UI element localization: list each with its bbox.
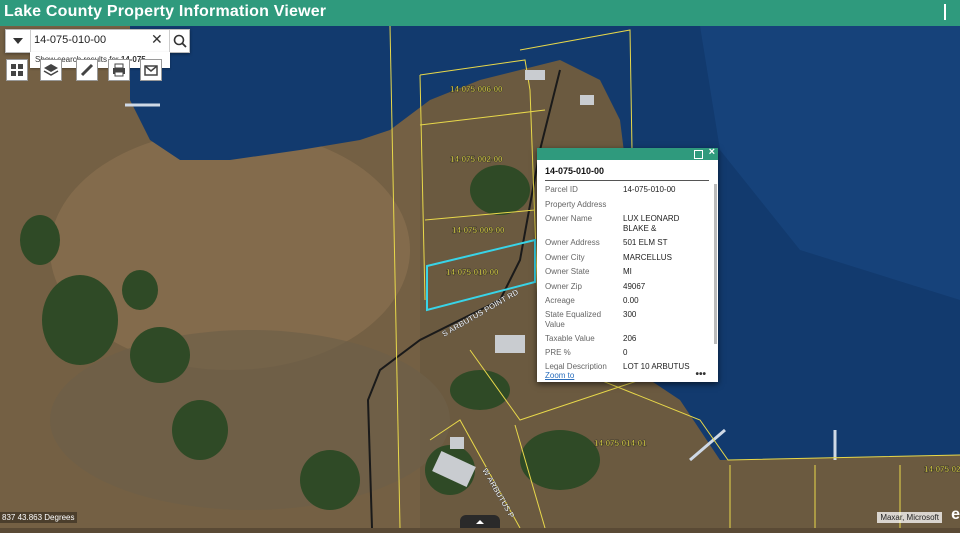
coordinate-readout: 837 43.863 Degrees — [0, 512, 77, 523]
close-icon[interactable]: × — [709, 146, 715, 158]
field-row: Owner City MARCELLUS — [545, 253, 713, 267]
field-row: PRE % 0 — [545, 348, 713, 362]
field-row: Acreage 0.00 — [545, 296, 713, 310]
field-row: State Equalized Value 300 — [545, 310, 713, 334]
edit-icon — [80, 63, 94, 77]
field-value: LUX LEONARD BLAKE & — [623, 214, 680, 233]
field-row: Property Address — [545, 200, 713, 214]
search-input[interactable] — [34, 32, 146, 48]
search-widget: ✕ — [5, 29, 190, 53]
print-icon — [113, 63, 125, 77]
field-label: Legal Description — [545, 362, 607, 370]
field-label: Owner Name — [545, 214, 593, 223]
search-button[interactable] — [169, 30, 190, 52]
map-attribution: Maxar, Microsoft — [877, 512, 942, 523]
field-label: Owner State — [545, 267, 590, 276]
popup-scrollbar[interactable] — [714, 184, 717, 344]
popup-divider — [545, 180, 709, 181]
field-value: 501 ELM ST — [623, 238, 668, 247]
parcel-label-02: 14-075-02 — [924, 465, 960, 474]
search-icon — [173, 34, 187, 48]
field-row: Legal Description LOT 10 ARBUTUS — [545, 362, 713, 370]
layers-icon — [43, 64, 59, 76]
field-label: Owner Address — [545, 238, 600, 247]
field-label: Owner City — [545, 253, 585, 262]
field-row: Parcel ID 14-075-010-00 — [545, 185, 713, 200]
app-header: Lake County Property Information Viewer — [0, 0, 960, 26]
esri-logo: e — [951, 506, 960, 523]
parcel-label-010: 14-075-010-00 — [446, 268, 499, 277]
field-label: Parcel ID — [545, 185, 578, 194]
field-label: State Equalized Value — [545, 310, 602, 329]
field-value: MARCELLUS — [623, 253, 672, 262]
field-row: Owner Zip 49067 — [545, 282, 713, 296]
parcel-label-002: 14-075-002-00 — [450, 155, 503, 164]
field-value — [623, 200, 705, 214]
print-button[interactable] — [108, 59, 130, 81]
field-value: 0.00 — [623, 296, 639, 305]
field-value: 49067 — [623, 282, 646, 291]
chevron-up-icon — [476, 520, 484, 524]
field-value: 14-075-010-00 — [623, 185, 676, 194]
app-title: Lake County Property Information Viewer — [4, 3, 327, 20]
basemap-gallery-button[interactable] — [6, 59, 28, 81]
field-label: Acreage — [545, 296, 575, 305]
email-button[interactable] — [140, 59, 162, 81]
popup-title: 14-075-010-00 — [545, 166, 605, 176]
popup-fields: Parcel ID 14-075-010-00 Property Address … — [545, 185, 713, 370]
field-value: LOT 10 ARBUTUS — [623, 362, 690, 370]
zoom-to-link[interactable]: Zoom to — [545, 371, 574, 380]
bottom-panel-toggle[interactable] — [460, 515, 500, 528]
email-icon — [144, 65, 158, 76]
field-label: Taxable Value — [545, 334, 595, 343]
basemap-gallery-icon — [11, 64, 23, 76]
popup-header: × — [537, 146, 718, 160]
more-actions-icon[interactable]: ••• — [695, 369, 706, 380]
field-value: 206 — [623, 334, 637, 343]
search-source-dropdown[interactable] — [6, 30, 31, 52]
layers-button[interactable] — [40, 59, 62, 81]
field-label: PRE % — [545, 348, 571, 357]
field-value: 0 — [623, 348, 628, 357]
parcel-popup: × 14-075-010-00 Parcel ID 14-075-010-00 P… — [537, 146, 718, 382]
maximize-icon[interactable] — [694, 150, 703, 159]
field-row: Owner Name LUX LEONARD BLAKE & — [545, 214, 713, 238]
field-row: Owner Address 501 ELM ST — [545, 238, 713, 253]
field-row: Taxable Value 206 — [545, 334, 713, 348]
field-label: Owner Zip — [545, 282, 582, 291]
clear-search-icon[interactable]: ✕ — [151, 31, 163, 48]
expand-icon[interactable] — [944, 4, 960, 20]
parcel-label-009: 14-075-009-00 — [452, 226, 505, 235]
edit-button[interactable] — [76, 59, 98, 81]
field-label: Property Address — [545, 200, 607, 209]
field-value: 300 — [623, 310, 637, 319]
parcel-label-014: 14-075-014-01 — [594, 439, 647, 448]
field-value: MI — [623, 267, 632, 276]
parcel-label-006: 14-075-006-00 — [450, 85, 503, 94]
field-row: Owner State MI — [545, 267, 713, 282]
